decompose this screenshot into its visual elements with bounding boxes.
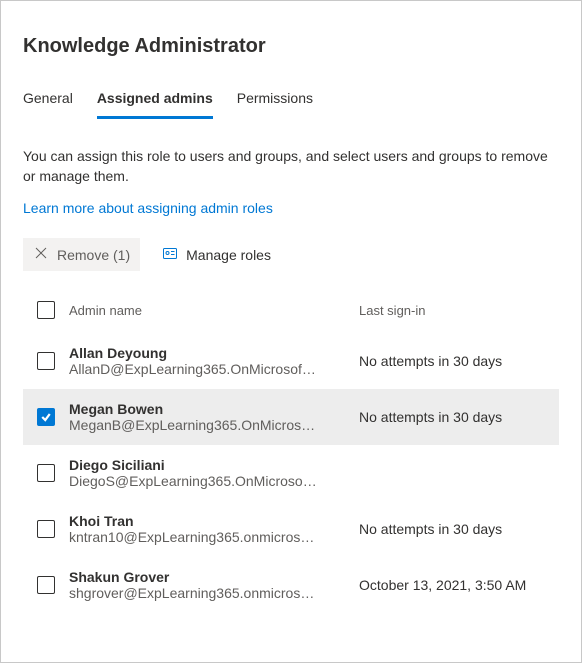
admin-name: Diego Siciliani (69, 457, 349, 473)
tab-bar: General Assigned admins Permissions (23, 90, 559, 119)
manage-roles-label: Manage roles (186, 247, 271, 263)
page-title: Knowledge Administrator (23, 35, 559, 58)
tab-general[interactable]: General (23, 90, 73, 119)
table-row[interactable]: Allan DeyoungAllanD@ExpLearning365.OnMic… (23, 333, 559, 389)
row-checkbox[interactable] (37, 520, 55, 538)
last-signin: No attempts in 30 days (359, 409, 559, 425)
toolbar: Remove (1) Manage roles (23, 238, 559, 271)
close-icon (33, 245, 49, 264)
last-signin: No attempts in 30 days (359, 353, 559, 369)
last-signin: October 13, 2021, 3:50 AM (359, 577, 559, 593)
admin-email: DiegoS@ExpLearning365.OnMicrosoft.... (69, 473, 319, 489)
admin-email: MeganB@ExpLearning365.OnMicrosof... (69, 417, 319, 433)
column-header-name[interactable]: Admin name (69, 303, 359, 318)
row-checkbox[interactable] (37, 352, 55, 370)
remove-button[interactable]: Remove (1) (23, 238, 140, 271)
row-checkbox[interactable] (37, 464, 55, 482)
tab-assigned-admins[interactable]: Assigned admins (97, 90, 213, 119)
admin-name: Megan Bowen (69, 401, 349, 417)
remove-button-label: Remove (1) (57, 247, 130, 263)
row-checkbox[interactable] (37, 408, 55, 426)
admin-name: Shakun Grover (69, 569, 349, 585)
admin-email: shgrover@ExpLearning365.onmicrosof... (69, 585, 319, 601)
manage-roles-button[interactable]: Manage roles (152, 238, 281, 271)
admin-email: AllanD@ExpLearning365.OnMicrosoft.... (69, 361, 319, 377)
last-signin: No attempts in 30 days (359, 521, 559, 537)
learn-more-link[interactable]: Learn more about assigning admin roles (23, 200, 273, 216)
tab-permissions[interactable]: Permissions (237, 90, 313, 119)
admin-name: Allan Deyoung (69, 345, 349, 361)
table-row[interactable]: Diego SicilianiDiegoS@ExpLearning365.OnM… (23, 445, 559, 501)
table-row[interactable]: Shakun Grovershgrover@ExpLearning365.onm… (23, 557, 559, 613)
table-header: Admin name Last sign-in (23, 295, 559, 333)
description-text: You can assign this role to users and gr… (23, 147, 559, 186)
admin-name: Khoi Tran (69, 513, 349, 529)
row-checkbox[interactable] (37, 576, 55, 594)
table-row[interactable]: Megan BowenMeganB@ExpLearning365.OnMicro… (23, 389, 559, 445)
select-all-checkbox[interactable] (37, 301, 55, 319)
role-panel: Knowledge Administrator General Assigned… (0, 0, 582, 663)
admin-list: Allan DeyoungAllanD@ExpLearning365.OnMic… (23, 333, 559, 613)
admin-email: kntran10@ExpLearning365.onmicrosof... (69, 529, 319, 545)
column-header-signin[interactable]: Last sign-in (359, 303, 559, 318)
table-row[interactable]: Khoi Trankntran10@ExpLearning365.onmicro… (23, 501, 559, 557)
id-card-icon (162, 245, 178, 264)
